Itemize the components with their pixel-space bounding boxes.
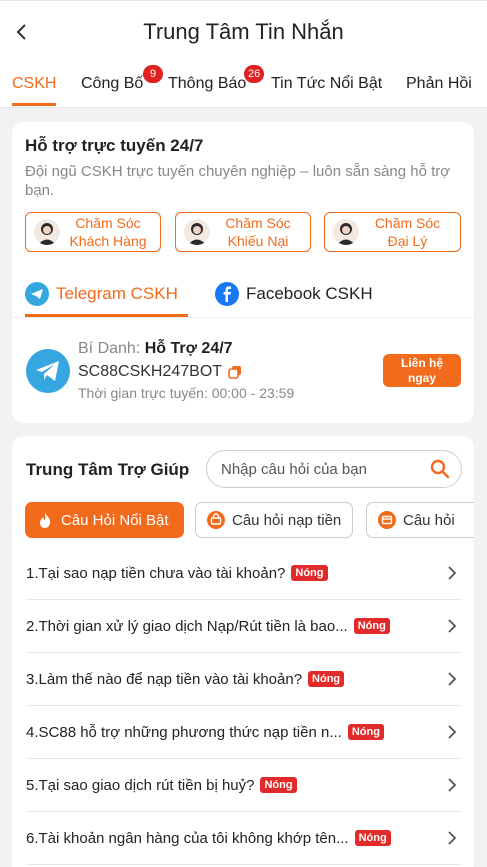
page-title: Trung Tâm Tin Nhắn [143,19,344,44]
copy-icon[interactable] [228,365,242,379]
hot-badge: Nóng [347,724,384,740]
tab-featured-news[interactable]: Tin Tức Nổi Bật [271,75,382,93]
telegram-logo-icon [26,349,70,393]
hot-badge: Nóng [260,777,297,793]
tab-cskh[interactable]: CSKH [12,75,56,93]
faq-item[interactable]: 5.Tại sao giao dịch rút tiền bị huỷ? Nón… [26,759,462,812]
faq-question: 6.Tài khoản ngân hàng của tôi không khớp… [26,829,349,847]
chip-withdraw-label: Câu hỏi [403,511,455,529]
complaint-care-button[interactable]: Chăm Sóc Khiếu Nại [175,212,311,252]
alias-label: Bí Danh: [78,340,141,357]
tab-announcements[interactable]: Công Bố [81,75,143,93]
faq-question: 2.Thời gian xử lý giao dịch Nạp/Rút tiền… [26,617,348,635]
faq-item[interactable]: 2.Thời gian xử lý giao dịch Nạp/Rút tiền… [26,600,462,653]
withdraw-icon [377,510,397,530]
notifications-badge: 26 [244,65,265,83]
chevron-right-icon [448,619,457,633]
online-support-card: Hỗ trợ trực tuyến 24/7 Đội ngũ CSKH trực… [12,122,474,423]
facebook-tab-label: Facebook CSKH [246,284,373,303]
faq-question: 3.Làm thế nào để nạp tiền vào tài khoản? [26,670,303,688]
help-center-card: Trung Tâm Trợ Giúp Câu Hỏi Nổi Bật Câu h… [12,436,474,867]
chevron-right-icon [448,672,457,686]
hot-badge: Nóng [308,671,345,687]
faq-item[interactable]: 4.SC88 hỗ trợ những phương thức nạp tiền… [26,706,462,759]
chip-withdraw-questions[interactable]: Câu hỏi [366,502,474,538]
divider [12,317,474,318]
hot-badge: Nóng [353,618,390,634]
alias-value: Hỗ Trợ 24/7 [144,340,233,357]
customer-care-button[interactable]: Chăm Sóc Khách Hàng [25,212,161,252]
faq-question: 4.SC88 hỗ trợ những phương thức nạp tiền… [26,723,342,741]
chip-featured-label: Câu Hỏi Nổi Bật [61,511,169,529]
faq-question: 1.Tại sao nạp tiền chưa vào tài khoản? [26,564,286,582]
tab-telegram-cskh[interactable]: Telegram CSKH [25,282,178,306]
telegram-tab-label: Telegram CSKH [56,284,178,303]
complaint-care-label: Chăm Sóc Khiếu Nại [225,215,291,249]
customer-care-label: Chăm Sóc Khách Hàng [69,215,147,249]
online-time: Thời gian trực tuyến: 00:00 - 23:59 [78,385,295,401]
bot-id-row: SC88CSKH247BOT [78,363,242,381]
search-icon[interactable] [430,459,450,479]
contact-now-button[interactable]: Liên hệ ngay [383,354,461,387]
faq-item[interactable]: 6.Tài khoản ngân hàng của tôi không khớp… [26,812,462,865]
faq-item[interactable]: 1.Tại sao nạp tiền chưa vào tài khoản? N… [26,547,462,600]
active-tab-indicator [12,103,56,106]
search-input[interactable] [221,451,421,487]
announcements-badge: 9 [143,65,163,83]
tab-feedback[interactable]: Phản Hồi [406,75,472,93]
agent-avatar [34,219,60,245]
chevron-right-icon [448,831,457,845]
flame-icon [35,510,55,530]
tab-facebook-cskh[interactable]: Facebook CSKH [215,282,373,306]
bot-id: SC88CSKH247BOT [78,363,223,380]
chevron-right-icon [448,566,457,580]
agent-avatar [184,219,210,245]
telegram-icon [25,282,49,306]
agent-care-label: Chăm Sóc Đại Lý [374,215,441,249]
deposit-icon [206,510,226,530]
support-title: Hỗ trợ trực tuyến 24/7 [25,136,204,155]
chip-deposit-questions[interactable]: Câu hỏi nạp tiền [195,502,353,538]
help-center-title: Trung Tâm Trợ Giúp [26,460,190,479]
hot-badge: Nóng [291,565,328,581]
agent-avatar [333,219,359,245]
hot-badge: Nóng [354,830,391,846]
faq-item[interactable]: 3.Làm thế nào để nạp tiền vào tài khoản?… [26,653,462,706]
agent-care-button[interactable]: Chăm Sóc Đại Lý [324,212,461,252]
search-box [206,450,462,488]
chip-deposit-label: Câu hỏi nạp tiền [232,511,342,529]
chip-featured-questions[interactable]: Câu Hỏi Nổi Bật [25,502,184,538]
chevron-right-icon [448,725,457,739]
support-description: Đội ngũ CSKH trực tuyến chuyên nghiệp – … [25,163,451,199]
message-tabs: CSKH Công Bố 9 Thông Báo 26 Tin Tức Nổi … [0,62,487,108]
tab-notifications[interactable]: Thông Báo [168,75,246,93]
faq-question: 5.Tại sao giao dịch rút tiền bị huỷ? [26,776,255,794]
facebook-icon [215,282,239,306]
header-bar: Trung Tâm Tin Nhắn [0,0,487,62]
alias-row: Bí Danh: Hỗ Trợ 24/7 [78,340,233,358]
chevron-right-icon [448,778,457,792]
